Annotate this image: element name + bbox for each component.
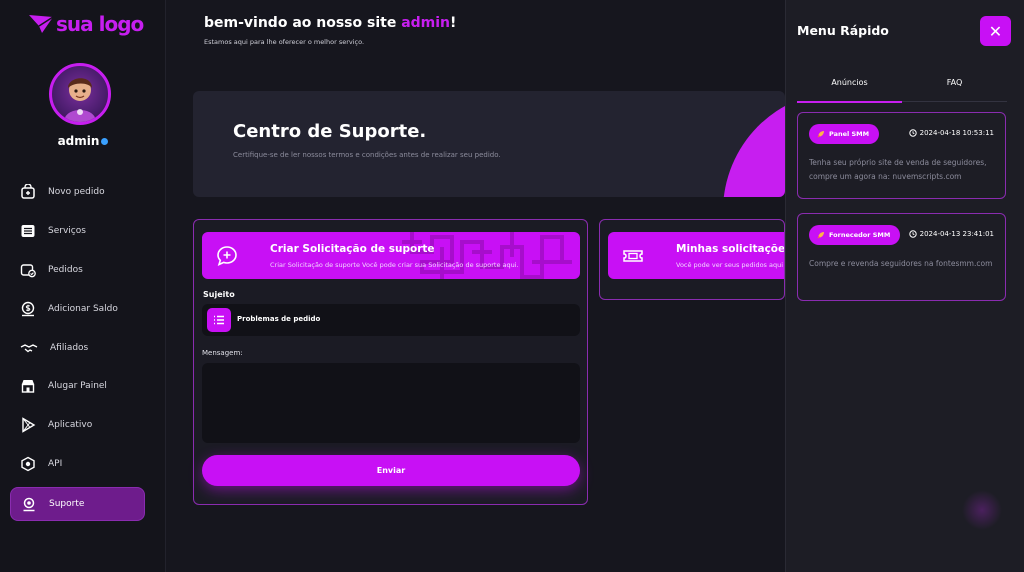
announcement-date: 2024-04-18 10:53:11 bbox=[908, 129, 994, 137]
verified-badge-icon bbox=[101, 138, 109, 145]
sidebar-item-label: Serviços bbox=[48, 226, 86, 237]
maze-pattern-decoration bbox=[402, 232, 572, 279]
sidebar-item-adicionar-saldo[interactable]: Adicionar Saldo bbox=[10, 289, 145, 328]
headset-icon bbox=[23, 498, 35, 512]
announcement-text: Tenha seu próprio site de venda de segui… bbox=[809, 158, 987, 181]
my-tickets-card: Minhas solicitações de Você pode ver seu… bbox=[599, 219, 785, 300]
support-hero: Centro de Suporte. Certifique-se de ler … bbox=[193, 91, 785, 197]
create-ticket-title: Criar Solicitação de suporte bbox=[270, 243, 435, 255]
username-text: admin bbox=[57, 134, 100, 148]
wallet-dollar-icon bbox=[21, 301, 35, 316]
create-ticket-card: Criar Solicitação de suporte Criar Solic… bbox=[193, 219, 588, 505]
avatar-image bbox=[64, 78, 96, 122]
sidebar-item-label: API bbox=[48, 458, 63, 469]
sidebar-item-novo-pedido[interactable]: Novo pedido bbox=[10, 173, 145, 212]
quick-menu-tabs: Anúncios FAQ bbox=[797, 72, 1007, 103]
announcement-text: Compre e revenda seguidores na fontesmm.… bbox=[809, 259, 993, 268]
welcome-heading: bem-vindo ao nosso site admin! bbox=[204, 15, 456, 31]
sidebar-item-aplicativo[interactable]: Aplicativo bbox=[10, 406, 145, 445]
orders-check-icon bbox=[20, 264, 36, 278]
create-ticket-subtitle: Criar Solicitação de suporte Você pode c… bbox=[270, 261, 519, 269]
chat-plus-icon bbox=[217, 246, 237, 266]
send-button[interactable]: Enviar bbox=[202, 455, 580, 486]
ticket-icon bbox=[623, 250, 643, 262]
announcement-date-text: 2024-04-18 10:53:11 bbox=[919, 129, 994, 137]
sidebar-nav: Novo pedido Serviços Pedidos Adicionar S… bbox=[10, 173, 145, 522]
announcement-card: Fornecedor SMM 2024-04-13 23:41:01 Compr… bbox=[797, 213, 1006, 301]
sidebar-item-label: Suporte bbox=[49, 499, 85, 510]
handshake-icon bbox=[20, 343, 38, 352]
rocket-icon bbox=[817, 131, 824, 138]
my-tickets-subtitle: Você pode ver seus pedidos aqui bbox=[676, 261, 784, 269]
quick-menu-panel: Menu Rápido ✕ Anúncios FAQ Panel SMM 202… bbox=[785, 0, 1024, 572]
sidebar-item-label: Alugar Painel bbox=[48, 381, 107, 392]
announcement-badge-label: Panel SMM bbox=[829, 130, 870, 138]
announcement-date: 2024-04-13 23:41:01 bbox=[908, 230, 994, 238]
welcome-subtitle: Estamos aqui para lhe oferecer o melhor … bbox=[204, 38, 365, 46]
close-button[interactable]: ✕ bbox=[980, 16, 1011, 46]
hero-decoration bbox=[723, 91, 785, 197]
welcome-suffix: ! bbox=[450, 15, 457, 31]
logo-text: sua logo bbox=[56, 12, 144, 36]
avatar[interactable] bbox=[49, 63, 111, 125]
welcome-name: admin bbox=[401, 15, 451, 31]
rocket-icon bbox=[817, 232, 824, 239]
sidebar-item-pedidos[interactable]: Pedidos bbox=[10, 251, 145, 290]
cart-plus-icon bbox=[21, 184, 35, 200]
message-textarea[interactable] bbox=[202, 363, 580, 443]
list-icon bbox=[207, 308, 231, 332]
paper-plane-icon bbox=[29, 15, 54, 33]
my-tickets-title: Minhas solicitações de bbox=[676, 243, 785, 255]
sidebar-item-alugar-painel[interactable]: Alugar Painel bbox=[10, 367, 145, 406]
sidebar-item-api[interactable]: API bbox=[10, 445, 145, 484]
cube-icon bbox=[21, 456, 35, 472]
sidebar-item-label: Adicionar Saldo bbox=[48, 303, 118, 314]
tab-faq[interactable]: FAQ bbox=[902, 78, 1007, 87]
active-tab-indicator bbox=[797, 101, 902, 103]
tab-anuncios[interactable]: Anúncios bbox=[797, 78, 902, 87]
message-label: Mensagem: bbox=[202, 349, 243, 357]
quick-menu-title: Menu Rápido bbox=[797, 23, 889, 38]
sidebar-item-servicos[interactable]: Serviços bbox=[10, 212, 145, 251]
play-store-icon bbox=[22, 417, 36, 433]
my-tickets-banner[interactable]: Minhas solicitações de Você pode ver seu… bbox=[608, 232, 785, 279]
welcome-prefix: bem-vindo ao nosso site bbox=[204, 15, 402, 31]
page-title: Centro de Suporte. bbox=[233, 121, 427, 142]
page-subtitle: Certifique-se de ler nossos termos e con… bbox=[233, 151, 501, 159]
subject-select[interactable]: Problemas de pedido bbox=[202, 304, 580, 336]
announcement-badge-label: Fornecedor SMM bbox=[829, 231, 891, 239]
sidebar: sua logo admin Novo pedido Serviços Pedi… bbox=[0, 0, 166, 572]
clock-icon bbox=[908, 230, 917, 238]
create-ticket-banner[interactable]: Criar Solicitação de suporte Criar Solic… bbox=[202, 232, 580, 279]
list-icon bbox=[21, 225, 35, 238]
announcement-date-text: 2024-04-13 23:41:01 bbox=[919, 230, 994, 238]
announcement-badge[interactable]: Fornecedor SMM bbox=[809, 225, 901, 245]
announcement-badge[interactable]: Panel SMM bbox=[809, 124, 880, 144]
glow-decoration bbox=[962, 490, 1002, 530]
clock-icon bbox=[908, 129, 917, 137]
sidebar-item-label: Aplicativo bbox=[48, 420, 93, 431]
subject-selected-value: Problemas de pedido bbox=[237, 315, 321, 323]
sidebar-item-suporte[interactable]: Suporte bbox=[10, 487, 145, 522]
close-icon: ✕ bbox=[988, 21, 1003, 41]
logo[interactable]: sua logo bbox=[28, 12, 144, 36]
announcement-card: Panel SMM 2024-04-18 10:53:11 Tenha seu … bbox=[797, 112, 1006, 199]
username: admin bbox=[0, 134, 166, 148]
sidebar-item-label: Afiliados bbox=[50, 342, 89, 353]
subject-label: Sujeito bbox=[203, 290, 235, 299]
sidebar-item-label: Pedidos bbox=[48, 264, 83, 275]
sidebar-item-label: Novo pedido bbox=[48, 187, 105, 198]
sidebar-item-afiliados[interactable]: Afiliados bbox=[10, 328, 145, 367]
store-icon bbox=[21, 380, 35, 394]
